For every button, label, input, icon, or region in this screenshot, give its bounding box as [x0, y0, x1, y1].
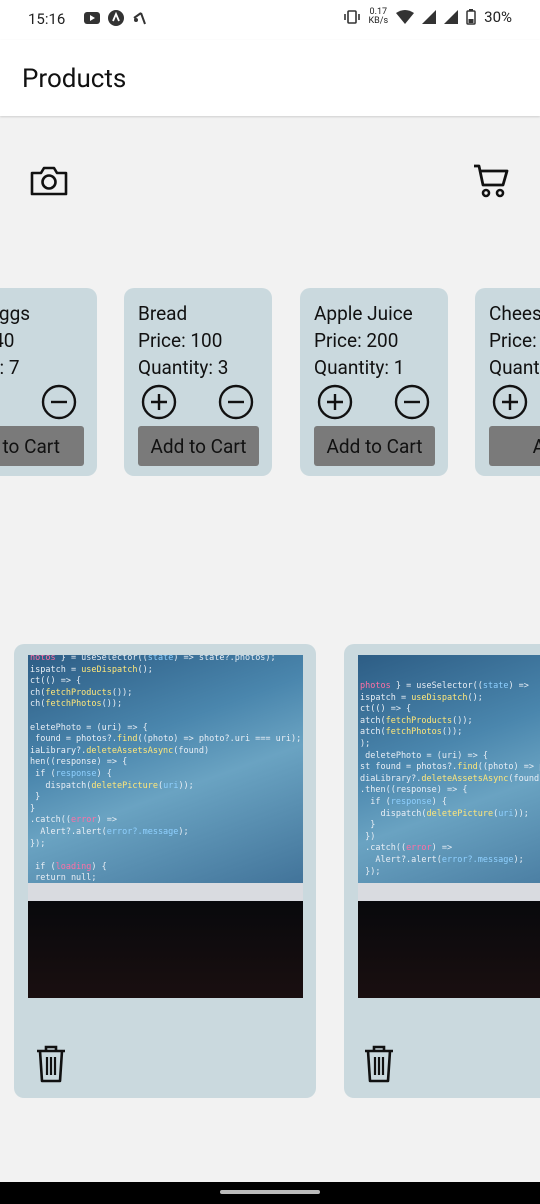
product-card: en Eggs e: 140 ntity: 7 d to Cart	[0, 288, 97, 476]
product-card: Bread Price: 100 Quantity: 3 Add to Cart	[124, 288, 272, 476]
trash-icon[interactable]	[33, 1042, 69, 1084]
home-gesture-handle[interactable]	[220, 1190, 320, 1194]
photo-image[interactable]: photos } = useSelector((state) => ispatc…	[358, 655, 540, 998]
photo-card: photos } = useSelector((state) => ispatc…	[344, 644, 540, 1098]
signal-icon	[422, 10, 437, 24]
add-to-cart-button[interactable]: Add to Cart	[314, 426, 435, 466]
product-price: Price: 200	[314, 329, 399, 352]
add-to-cart-button[interactable]: Add to Cart	[138, 426, 259, 466]
net-speed-unit: KB/s	[368, 16, 389, 26]
plus-icon[interactable]	[141, 384, 177, 420]
product-name: Chees	[489, 302, 540, 325]
product-quantity: ntity: 7	[0, 356, 20, 379]
app-bar: Products	[0, 40, 540, 116]
antenna-icon	[133, 12, 146, 25]
product-quantity: Quant	[489, 356, 540, 379]
trash-icon[interactable]	[361, 1042, 397, 1084]
system-nav-bar	[0, 1182, 540, 1204]
product-quantity: Quantity: 1	[314, 356, 405, 379]
add-to-cart-button[interactable]: Add	[489, 426, 540, 466]
notification-icon	[108, 10, 124, 26]
product-name: Apple Juice	[314, 302, 413, 325]
product-price: e: 140	[0, 329, 15, 352]
battery-icon	[466, 9, 476, 25]
product-price: Price: 100	[138, 329, 223, 352]
product-card: Chees Price: Quant Add	[475, 288, 540, 476]
camera-icon[interactable]	[29, 165, 69, 197]
add-to-cart-button[interactable]: d to Cart	[0, 426, 84, 466]
minus-icon[interactable]	[218, 384, 254, 420]
product-name: en Eggs	[0, 302, 31, 325]
signal-icon-2	[444, 10, 459, 24]
page-title: Products	[22, 64, 127, 94]
vibrate-icon	[343, 10, 360, 24]
product-price: Price:	[489, 329, 537, 352]
product-card: Apple Juice Price: 200 Quantity: 1 Add t…	[300, 288, 448, 476]
photo-image[interactable]: hotos } = useSelector((state) => state?.…	[28, 655, 303, 998]
photo-list[interactable]: hotos } = useSelector((state) => state?.…	[0, 644, 540, 1104]
wifi-icon	[396, 10, 415, 24]
photo-card: hotos } = useSelector((state) => state?.…	[14, 644, 316, 1098]
battery-percent: 30%	[484, 8, 512, 26]
product-name: Bread	[138, 302, 188, 325]
minus-icon[interactable]	[41, 384, 77, 420]
product-quantity: Quantity: 3	[138, 356, 229, 379]
minus-icon[interactable]	[394, 384, 430, 420]
youtube-icon	[84, 12, 100, 24]
cart-icon[interactable]	[472, 163, 510, 199]
status-bar: 15:16 0.17 KB/s 30%	[0, 0, 540, 40]
status-time: 15:16	[28, 10, 66, 28]
net-speed: 0.17 KB/s	[369, 8, 389, 26]
plus-icon[interactable]	[317, 384, 353, 420]
plus-icon[interactable]	[492, 384, 528, 420]
product-list[interactable]: en Eggs e: 140 ntity: 7 d to Cart Bread …	[0, 288, 540, 478]
